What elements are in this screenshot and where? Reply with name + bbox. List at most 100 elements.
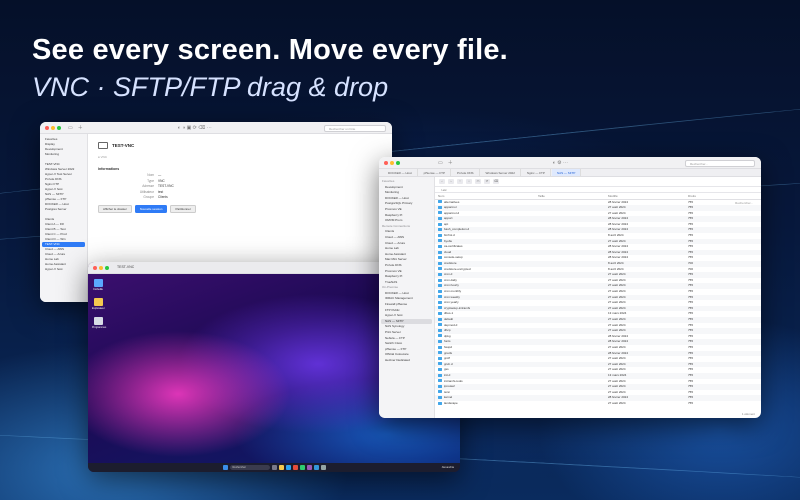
desktop-icon-recycle-bin[interactable]: Corbeille	[92, 279, 104, 291]
file-name: fonts	[444, 339, 451, 344]
app-icon[interactable]	[313, 465, 319, 470]
info-section-title: Informations	[98, 167, 120, 171]
connection-tab[interactable]: Pi-hole DNS	[452, 169, 480, 176]
file-filter-input[interactable]: Rechercher...	[735, 201, 753, 205]
forward-icon[interactable]: ›	[448, 179, 454, 184]
sidebar-item[interactable]: Hyper-V host	[42, 267, 85, 272]
sidebar-toggle-icon[interactable]: ▭	[68, 125, 73, 131]
zoom-window-button[interactable]	[396, 160, 400, 165]
desktop-icon-programs[interactable]: Programmes	[92, 317, 106, 329]
sftp-browser-window: ▭ ＋ ◐ ⚙ ⋯ Rechercher... DOCKER — Host pfS…	[379, 157, 761, 418]
host-actions: Afficher le dossier Nouvelle session Par…	[98, 204, 382, 213]
new-folder-icon[interactable]: ▭	[475, 179, 481, 184]
folder-icon	[438, 250, 442, 254]
close-window-button[interactable]	[93, 265, 97, 270]
folder-icon	[438, 351, 442, 355]
toolbar-actions-icon[interactable]: ◐ ◑ ▣ ⟳ ⌫ ⋯	[178, 125, 212, 131]
close-window-button[interactable]	[45, 125, 49, 130]
connection-tab[interactable]: pfSense — FTP	[419, 169, 452, 176]
sftp-search-input[interactable]: Rechercher...	[685, 159, 755, 167]
folder-icon	[438, 384, 442, 388]
desktop-icon-explorer[interactable]: Explorateur	[92, 298, 105, 310]
file-name: grub.d	[444, 361, 453, 366]
folder-icon	[438, 328, 442, 332]
connection-tabs: DOCKER — Host pfSense — FTP Pi-hole DNS Win…	[379, 169, 761, 177]
delete-icon[interactable]: ⌫	[493, 179, 499, 184]
window-titlebar[interactable]: ▭ ＋ ◐ ◑ ▣ ⟳ ⌫ ⋯ Rechercher un hôte	[40, 122, 392, 134]
file-name: ca-certificates	[444, 244, 463, 249]
settings-icon[interactable]	[320, 465, 326, 470]
host-status-badge: ● VNC	[98, 155, 107, 159]
folder-icon	[438, 233, 442, 237]
remote-window-title: TEST-VNC	[117, 264, 135, 269]
folder-icon	[438, 239, 442, 243]
connection-tab[interactable]: DOCKER — Host	[383, 169, 418, 176]
file-name: dhcp	[444, 328, 451, 333]
new-session-button[interactable]: Nouvelle session	[134, 204, 168, 213]
connection-tab[interactable]: Nginx — FTP	[522, 169, 551, 176]
folder-icon	[438, 267, 442, 271]
file-name: binfmt.d	[444, 233, 455, 238]
task-view-icon[interactable]	[271, 465, 277, 470]
file-explorer-icon[interactable]	[278, 465, 284, 470]
app-icon[interactable]	[299, 465, 305, 470]
file-name: apt	[444, 221, 449, 226]
folder-icon	[438, 295, 442, 299]
connection-tab[interactable]: NAS — SFTP	[551, 169, 582, 176]
table-row[interactable]: landscape 27 août 2024 755	[435, 401, 761, 407]
share-button[interactable]: Partitionner	[170, 204, 196, 213]
file-name: apparmor.d	[444, 210, 460, 215]
app-icon[interactable]	[306, 465, 312, 470]
add-icon[interactable]: ＋	[78, 124, 83, 131]
info-key: Groupe	[143, 195, 154, 199]
folder-icon	[438, 401, 442, 405]
monitor-icon	[98, 142, 108, 149]
window-titlebar[interactable]: ▭ ＋ ◐ ⚙ ⋯ Rechercher...	[379, 157, 761, 169]
store-icon[interactable]	[292, 465, 298, 470]
upload-icon[interactable]: ↑	[457, 179, 463, 184]
host-sidebar: Favorites Display Development Monitoring TES…	[40, 134, 88, 302]
host-title: TEST-VNC	[112, 143, 135, 148]
folder-icon	[438, 244, 442, 248]
zoom-window-button[interactable]	[105, 265, 109, 270]
download-icon[interactable]: ↓	[466, 179, 472, 184]
sidebar-item[interactable]: Hetzner Dedicated	[381, 358, 432, 364]
file-name-cell: landscape	[435, 401, 535, 407]
taskbar-search-input[interactable]: Rechercher	[229, 465, 270, 470]
edge-browser-icon[interactable]	[285, 465, 291, 470]
close-window-button[interactable]	[384, 160, 388, 165]
minimize-window-button[interactable]	[390, 160, 394, 165]
file-name: cloud	[444, 249, 452, 254]
file-name: default	[444, 316, 454, 321]
file-modified-cell: 27 août 2024	[608, 400, 626, 405]
show-folder-button[interactable]: Afficher le dossier	[98, 204, 132, 213]
zoom-window-button[interactable]	[57, 125, 61, 130]
folder-icon	[438, 272, 442, 276]
file-name: cron.weekly	[444, 294, 460, 299]
back-icon[interactable]: ‹	[439, 179, 445, 184]
file-name: dpkg	[444, 333, 451, 338]
sidebar-toggle-icon[interactable]: ▭	[438, 160, 443, 166]
file-name: cron.daily	[444, 277, 457, 282]
minimize-window-button[interactable]	[51, 125, 55, 130]
file-count: 1 élément	[741, 412, 755, 416]
folder-icon	[438, 256, 442, 260]
file-size-cell	[535, 401, 605, 407]
folder-icon	[438, 373, 442, 377]
folder-icon	[438, 306, 442, 310]
connection-tab[interactable]: Windows Server 2022	[481, 169, 521, 176]
refresh-icon[interactable]: ⟳	[484, 179, 490, 184]
folder-icon	[438, 356, 442, 360]
folder-icon	[438, 379, 442, 383]
folder-icon	[438, 200, 442, 204]
add-icon[interactable]: ＋	[448, 159, 453, 166]
toolbar-actions-icon[interactable]: ◐ ⚙ ⋯	[553, 160, 568, 166]
folder-icon	[438, 390, 442, 394]
file-name: initramfs-tools	[444, 378, 463, 383]
file-name: byobu	[444, 238, 453, 243]
file-name: apport	[444, 216, 453, 221]
file-name: depmod.d	[444, 322, 458, 327]
host-search-input[interactable]: Rechercher un hôte	[324, 124, 386, 132]
minimize-window-button[interactable]	[99, 265, 103, 270]
windows-start-icon[interactable]	[222, 465, 228, 470]
